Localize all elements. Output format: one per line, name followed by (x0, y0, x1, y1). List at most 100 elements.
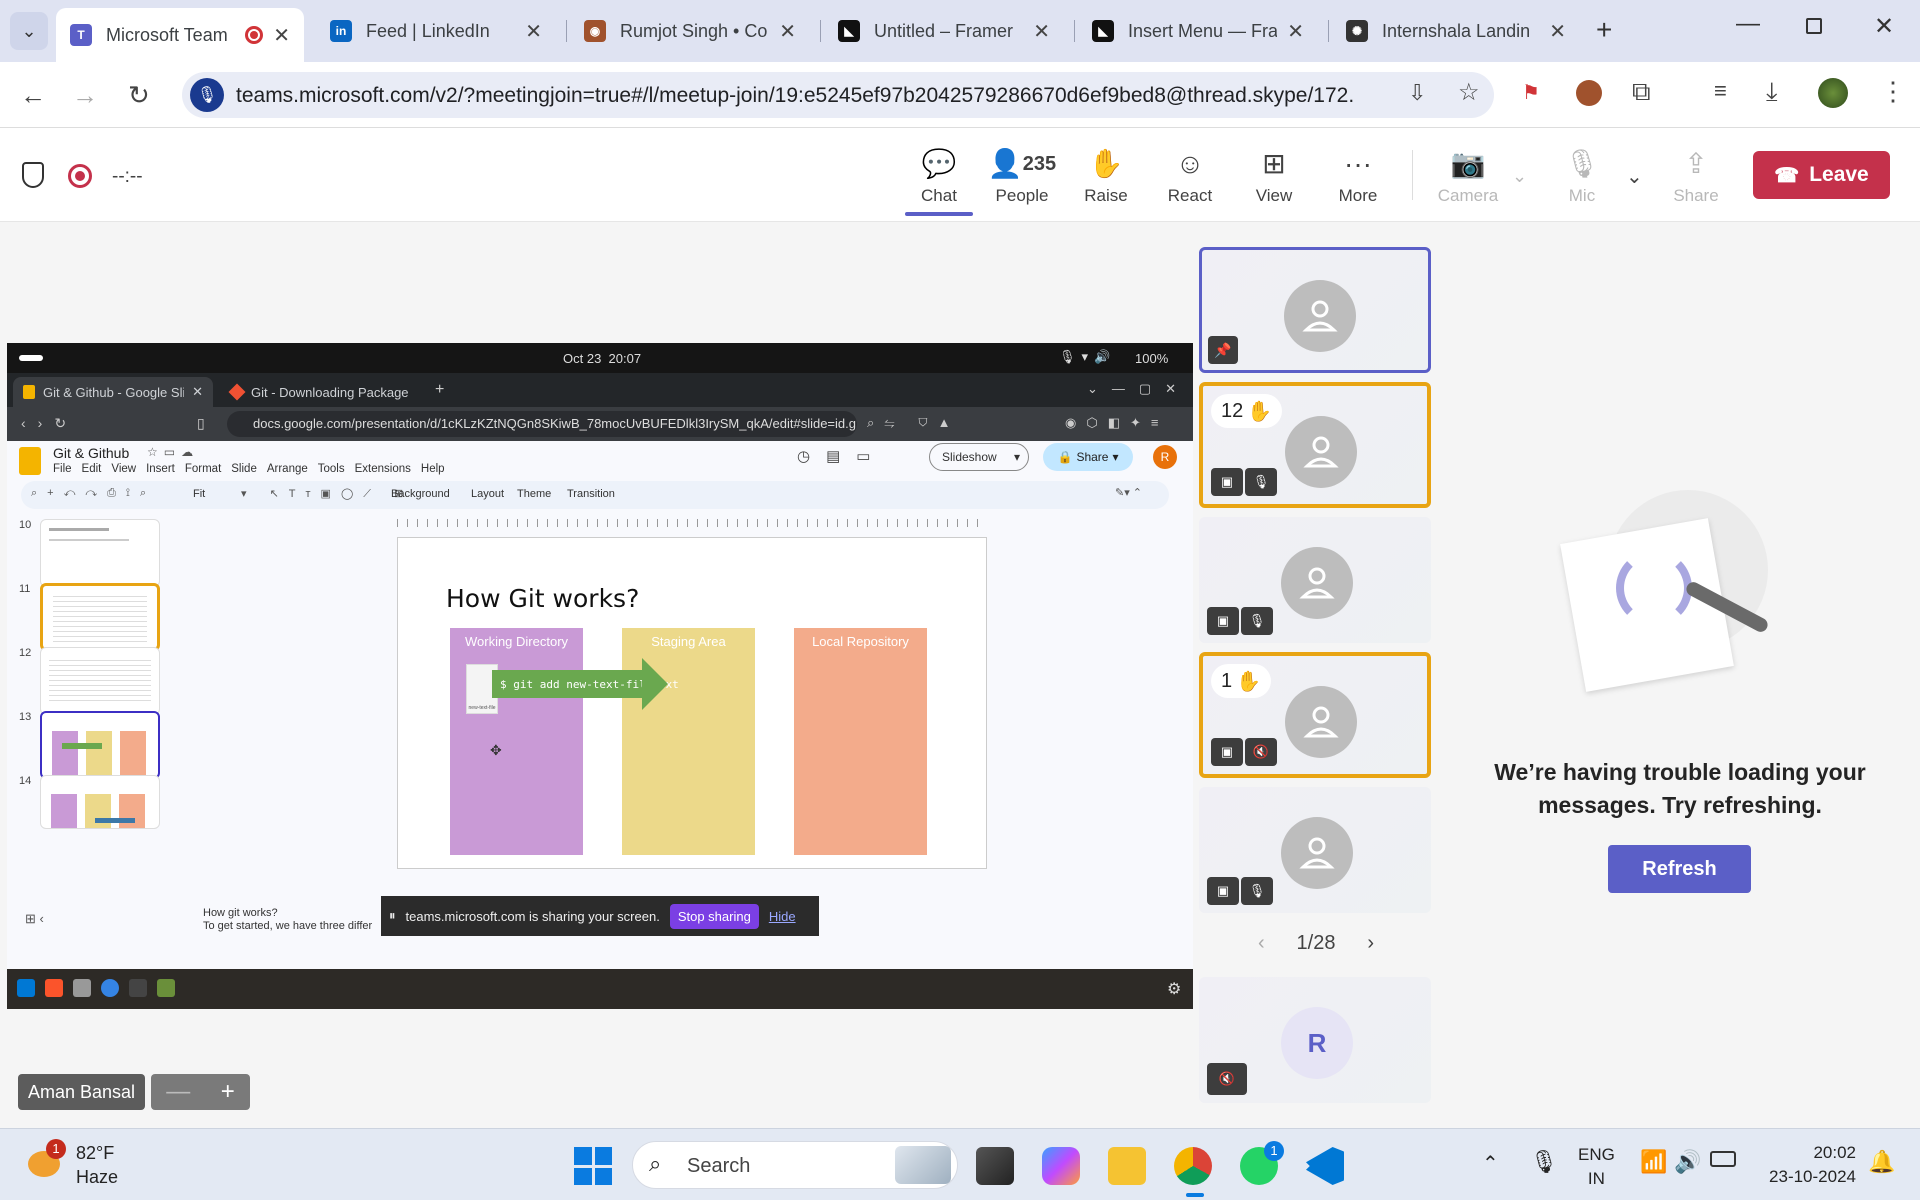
vscode-icon[interactable] (1306, 1147, 1344, 1185)
close-icon[interactable]: ✕ (779, 19, 796, 44)
leave-button[interactable]: ☎ Leave (1753, 151, 1890, 199)
close-icon[interactable]: ✕ (1287, 19, 1304, 44)
microphone-icon[interactable]: 🎙 (190, 78, 224, 112)
avatar-initial: R (1281, 1007, 1353, 1079)
recording-icon (245, 26, 264, 44)
weather-widget[interactable]: 1 82°F Haze (26, 1139, 146, 1191)
settings-icon: ⚙ (1167, 981, 1182, 998)
chevron-right-icon[interactable]: › (1367, 932, 1374, 955)
tab-microsoft-teams[interactable]: T Microsoft Team ✕ (56, 8, 304, 62)
forward-icon[interactable]: → (72, 80, 98, 111)
back-icon[interactable]: ← (20, 80, 46, 111)
zoom-controls: — + (151, 1074, 250, 1110)
background-button: Background (391, 488, 450, 500)
mic-options-chevron-icon[interactable]: ⌄ (1626, 164, 1643, 189)
chat-button[interactable]: 💬 Chat (899, 146, 979, 216)
chat-icon: 💬 (921, 148, 957, 179)
mic-button[interactable]: 🎙 Mic (1542, 146, 1622, 206)
install-app-icon[interactable]: ⇩ (1408, 80, 1426, 106)
camera-options-chevron-icon[interactable]: ⌄ (1512, 166, 1527, 187)
extensions-puzzle-icon[interactable]: ⧉ (1632, 76, 1651, 108)
slides-toolbar: ⌕+↶↷⎙⟟⌕ Fit ▾ ↖Tт▣◯⟋ ⊞ Background Layout… (21, 481, 1169, 509)
extension-icon[interactable]: ⚑ (1522, 80, 1548, 106)
share-button[interactable]: ⇪ Share (1656, 146, 1736, 206)
google-slides-app: Git & Github ☆▭☁ File Edit View Insert F… (7, 441, 1193, 969)
tab-rumjot-singh[interactable]: ◉ Rumjot Singh • Co ✕ (570, 10, 810, 52)
close-icon[interactable]: ✕ (1549, 19, 1566, 44)
search-highlight-image (895, 1146, 951, 1184)
working-directory-column: Working Directory (450, 628, 583, 855)
minimize-button[interactable]: — (1736, 10, 1760, 38)
owl-extension-icon[interactable] (1576, 80, 1602, 106)
close-window-button[interactable]: ✕ (1874, 12, 1894, 41)
participant-tile[interactable]: ▣ 🎙 (1199, 787, 1431, 913)
restore-button[interactable] (1806, 18, 1822, 34)
toolbar-icons: ⌕+↶↷⎙⟟⌕ (31, 487, 157, 499)
raised-hand-icon: ✋ (1247, 400, 1273, 423)
file-explorer-icon[interactable] (1108, 1147, 1146, 1185)
phone-hangup-icon: ☎ (1774, 164, 1800, 187)
language-indicator[interactable]: ENG IN (1578, 1143, 1615, 1191)
tab-search-dropdown[interactable]: ⌄ (10, 12, 48, 50)
tab-linkedin[interactable]: in Feed | LinkedIn ✕ (316, 10, 556, 52)
download-icon[interactable]: ⤓ (1766, 76, 1778, 108)
zoom-select: Fit (193, 488, 206, 500)
layout-button: Layout (471, 488, 505, 500)
participant-tile[interactable]: ▣ 🎙 (1199, 517, 1431, 643)
shield-icon[interactable] (22, 162, 44, 188)
more-button[interactable]: ··· More (1318, 146, 1398, 206)
page-indicator: 1/28 (1296, 932, 1336, 954)
wifi-icon[interactable]: 📶 (1640, 1149, 1667, 1175)
participant-tile[interactable]: 12 ✋ ▣ 🎙 (1199, 382, 1431, 508)
os-top-bar: Oct 23 20:07 🎙▾🔊 100% (7, 343, 1193, 373)
new-tab-button[interactable]: + (1596, 14, 1612, 46)
task-view-icon[interactable] (976, 1147, 1014, 1185)
close-icon[interactable]: ✕ (525, 19, 542, 44)
camera-button[interactable]: 📷 Camera (1428, 146, 1508, 206)
windows-start-icon[interactable] (574, 1147, 612, 1185)
hide-link: Hide (768, 908, 796, 924)
profile-avatar[interactable] (1818, 78, 1848, 108)
participant-tile-pinned[interactable]: 📌 (1199, 247, 1431, 373)
react-button[interactable]: ☺ React (1150, 146, 1230, 206)
new-tab-icon: + (435, 381, 445, 398)
people-button[interactable]: 👤235 People (982, 146, 1062, 206)
raise-hand-button[interactable]: ✋ Raise (1066, 146, 1146, 206)
clock[interactable]: 20:02 23-10-2024 (1756, 1141, 1856, 1189)
bookmark-star-icon[interactable]: ☆ (1458, 78, 1480, 107)
microphone-icon[interactable]: 🎙 (1530, 1149, 1558, 1175)
chevron-left-icon[interactable]: ‹ (1258, 932, 1265, 955)
chrome-menu-icon[interactable]: ⋮ (1880, 76, 1906, 107)
zoom-out-button[interactable]: — (166, 1078, 190, 1106)
pen-icon: ✎▾ ⌃ (1115, 487, 1143, 499)
tab-framer-insert-menu[interactable]: ◣ Insert Menu — Fra ✕ (1078, 10, 1318, 52)
copilot-icon[interactable] (1042, 1147, 1080, 1185)
mic-icon: 🎙 (1241, 877, 1273, 905)
reload-icon[interactable]: ↻ (128, 80, 150, 111)
view-button[interactable]: ⊞ View (1234, 146, 1314, 206)
trash-icon (157, 979, 175, 997)
theme-button: Theme (517, 488, 552, 500)
participant-tile[interactable]: 1 ✋ ▣ 🔇 (1199, 652, 1431, 778)
refresh-button[interactable]: Refresh (1608, 845, 1751, 893)
chrome-icon[interactable] (1174, 1147, 1212, 1185)
notification-bell-icon[interactable]: 🔔 (1868, 1149, 1895, 1175)
active-app-indicator (1186, 1193, 1204, 1197)
media-control-icon[interactable]: ≡ (1714, 78, 1727, 104)
avatar (1284, 280, 1356, 352)
zoom-in-button[interactable]: + (221, 1078, 235, 1106)
close-icon[interactable]: ✕ (273, 23, 290, 48)
volume-icon[interactable]: 🔊 (1674, 1149, 1701, 1175)
chevron-up-icon[interactable]: ⌃ (1482, 1151, 1499, 1176)
weather-badge: 1 (46, 1139, 66, 1159)
taskbar-search[interactable]: ⌕ Search (632, 1141, 958, 1189)
nav-icons: ‹›↻ (21, 415, 79, 431)
self-view-tile[interactable]: R 🔇 (1199, 977, 1431, 1103)
battery-icon[interactable] (1710, 1151, 1736, 1167)
recording-icon (68, 164, 92, 188)
tab-framer-untitled[interactable]: ◣ Untitled – Framer ✕ (824, 10, 1064, 52)
tab-internshala[interactable]: ✺ Internshala Landin ✕ (1332, 10, 1580, 52)
linkedin-icon: in (330, 20, 352, 42)
address-bar[interactable]: 🎙 teams.microsoft.com/v2/?meetingjoin=tr… (182, 72, 1494, 118)
close-icon[interactable]: ✕ (1033, 19, 1050, 44)
